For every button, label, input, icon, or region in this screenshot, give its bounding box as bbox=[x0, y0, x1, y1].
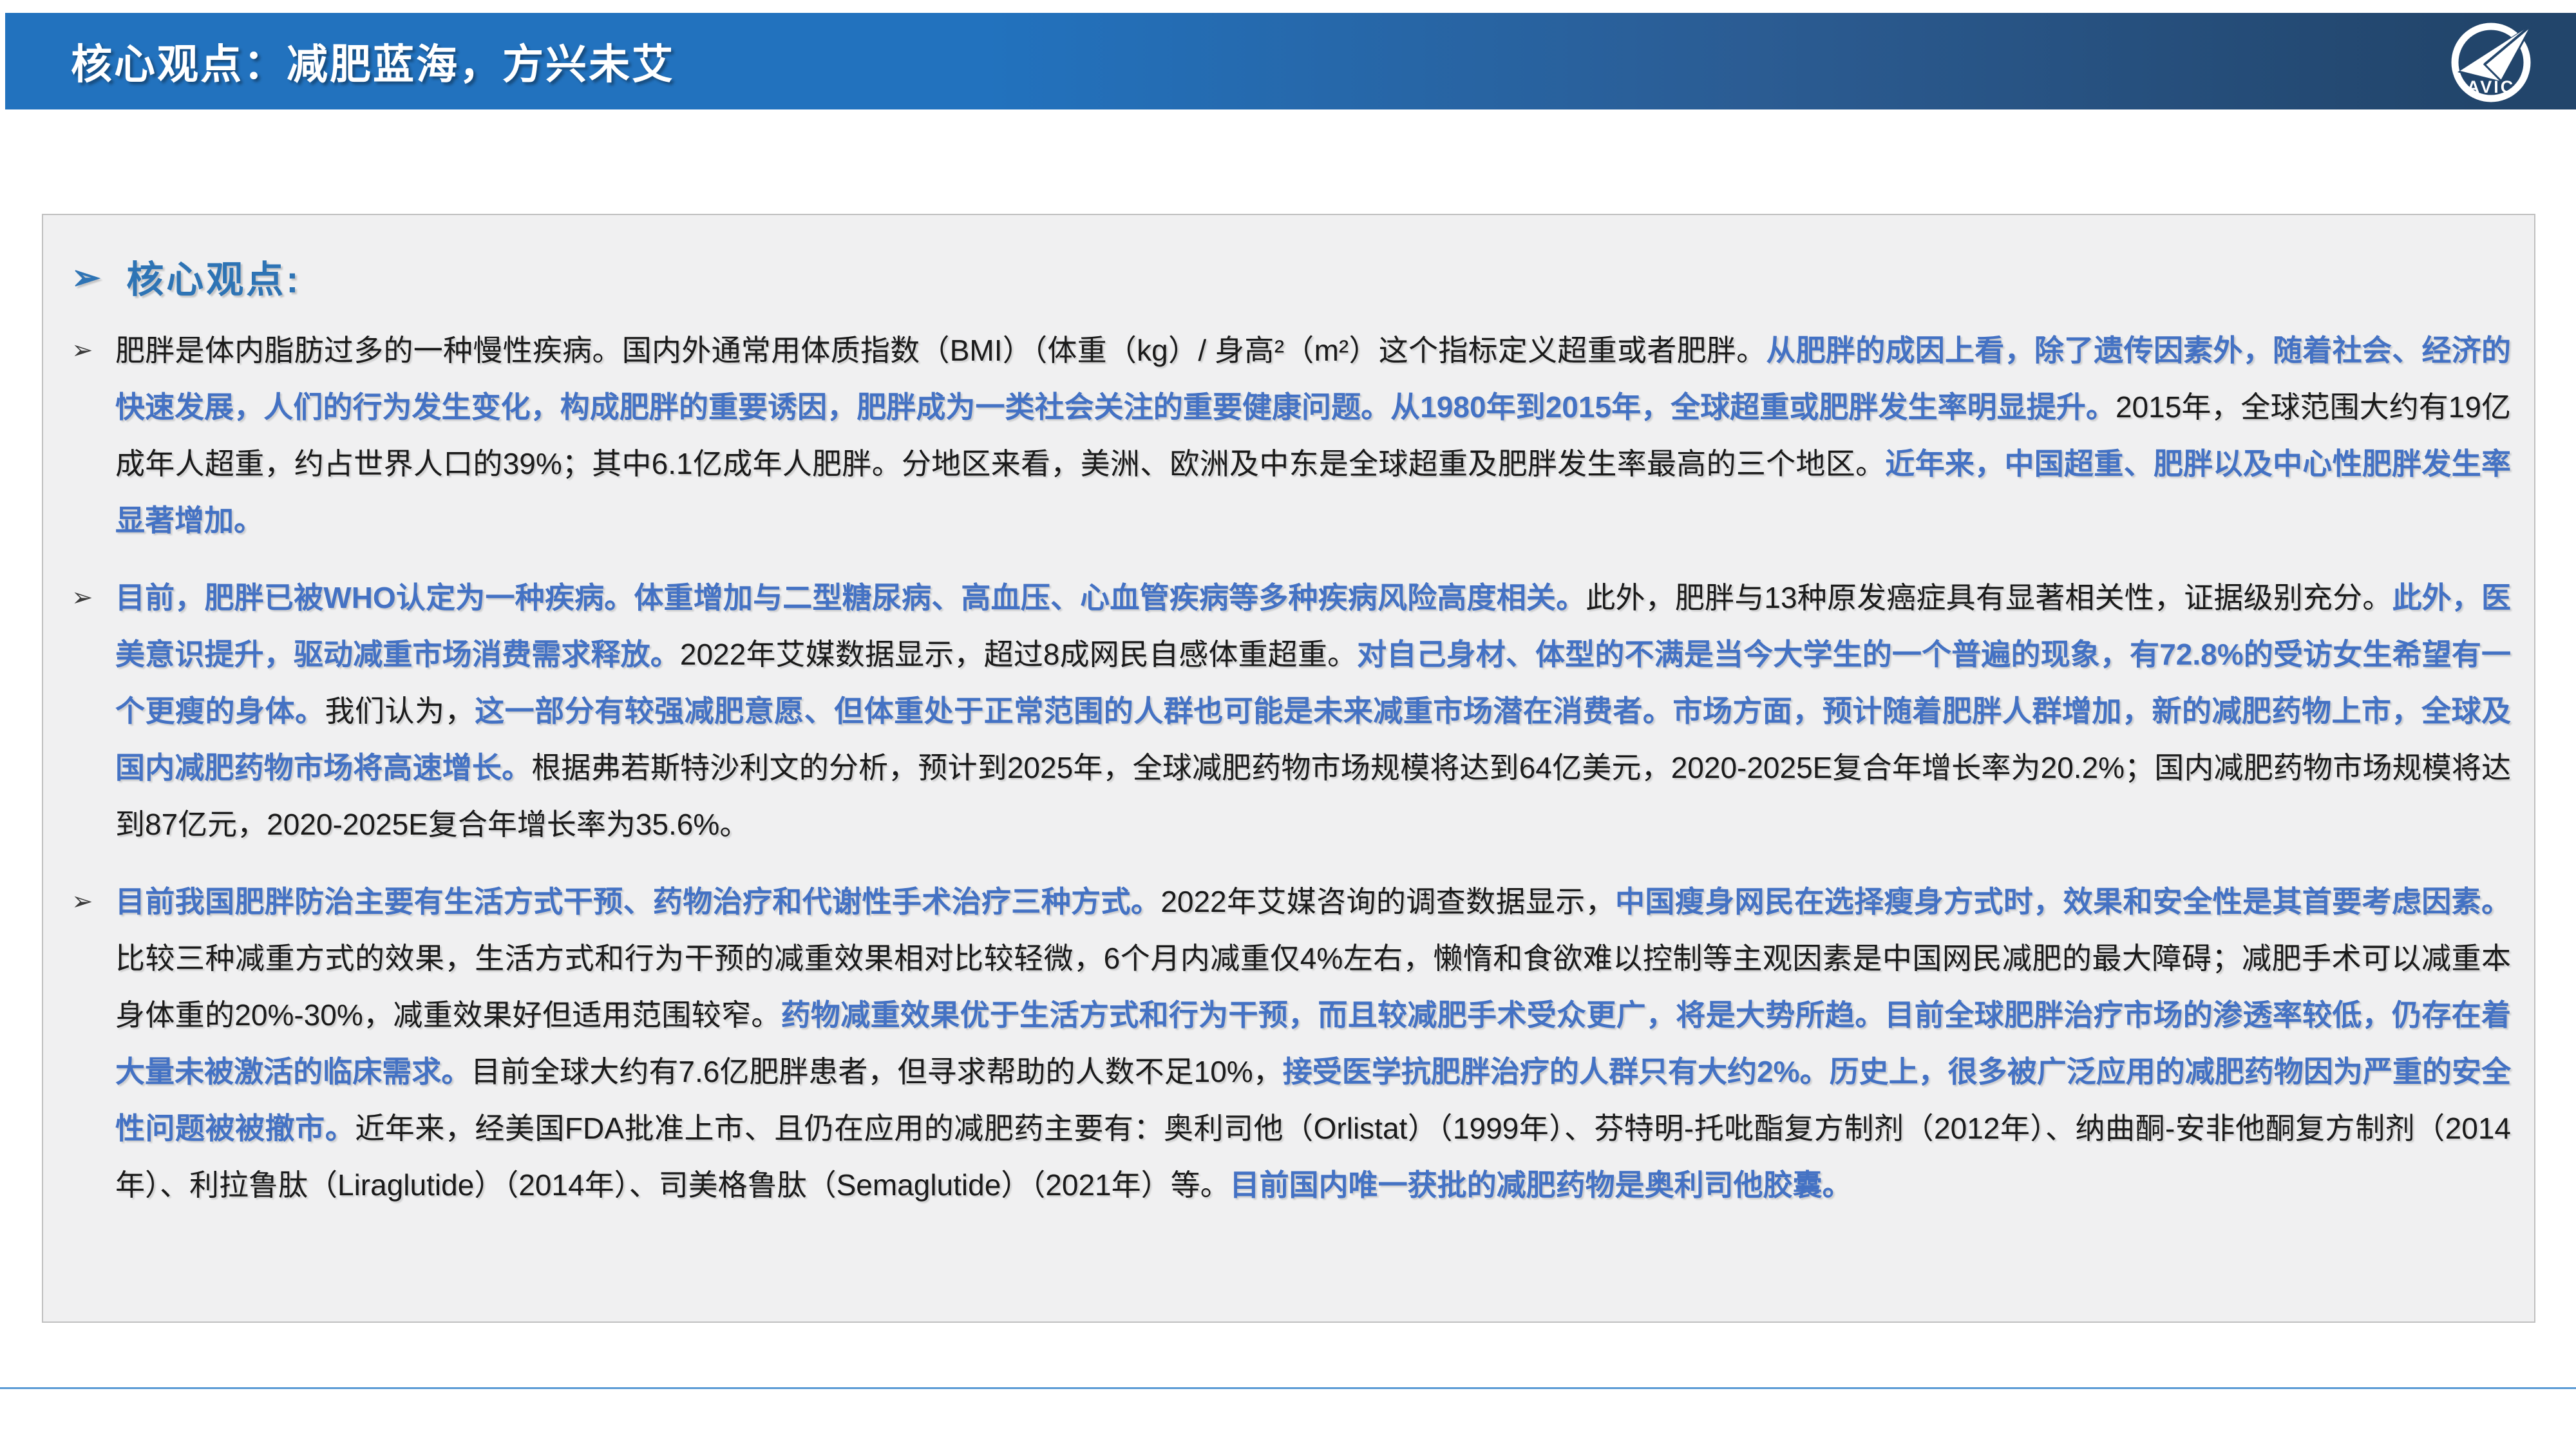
paragraph-text: 肥胖是体内脂肪过多的一种慢性疾病。国内外通常用体质指数（BMI）（体重（kg）/… bbox=[115, 322, 2511, 549]
content-panel: ➢ 核心观点: ➢肥胖是体内脂肪过多的一种慢性疾病。国内外通常用体质指数（BMI… bbox=[42, 214, 2535, 1323]
footer-divider bbox=[0, 1387, 2576, 1389]
body-text: 我们认为， bbox=[325, 694, 475, 728]
paragraph-text: 目前，肥胖已被WHO认定为一种疾病。体重增加与二型糖尿病、高血压、心血管疾病等多… bbox=[115, 569, 2511, 853]
core-view-heading: ➢ 核心观点: bbox=[71, 251, 2511, 301]
bullet-paragraph: ➢目前，肥胖已被WHO认定为一种疾病。体重增加与二型糖尿病、高血压、心血管疾病等… bbox=[71, 569, 2511, 853]
avic-logo-icon: AVIC bbox=[2446, 8, 2543, 111]
body-text: 2022年艾媒咨询的调查数据显示， bbox=[1160, 885, 1615, 918]
body-text: 肥胖是体内脂肪过多的一种慢性疾病。国内外通常用体质指数（BMI）（体重（kg）/… bbox=[115, 334, 1766, 367]
arrow-bullet-icon: ➢ bbox=[71, 260, 100, 295]
arrow-bullet-icon: ➢ bbox=[71, 322, 115, 549]
avic-logo: AVIC bbox=[2446, 8, 2543, 111]
emphasis-text: 目前我国肥胖防治主要有生活方式干预、药物治疗和代谢性手术治疗三种方式。 bbox=[115, 885, 1160, 918]
emphasis-text: 目前，肥胖已被WHO认定为一种疾病。体重增加与二型糖尿病、高血压、心血管疾病等多… bbox=[115, 581, 1586, 614]
core-view-heading-label: 核心观点: bbox=[126, 249, 301, 303]
body-text: 目前全球大约有7.6亿肥胖患者，但寻求帮助的人数不足10%， bbox=[471, 1055, 1283, 1088]
emphasis-text: 目前国内唯一获批的减肥药物是奥利司他胶囊。 bbox=[1230, 1168, 1852, 1202]
paragraph-text: 目前我国肥胖防治主要有生活方式干预、药物治疗和代谢性手术治疗三种方式。2022年… bbox=[115, 873, 2511, 1213]
page-title: 核心观点：减肥蓝海，方兴未艾 bbox=[5, 32, 675, 91]
body-text: 此外，肥胖与13种原发癌症具有显著相关性，证据级别充分。 bbox=[1586, 581, 2392, 614]
arrow-bullet-icon: ➢ bbox=[71, 873, 115, 1213]
emphasis-text: 中国瘦身网民在选择瘦身方式时，效果和安全性是其首要考虑因素。 bbox=[1615, 885, 2511, 918]
avic-logo-text: AVIC bbox=[2467, 77, 2515, 97]
body-text: 2022年艾媒数据显示，超过8成网民自感体重超重。 bbox=[680, 638, 1357, 671]
paragraph-list: ➢肥胖是体内脂肪过多的一种慢性疾病。国内外通常用体质指数（BMI）（体重（kg）… bbox=[71, 322, 2511, 1213]
bullet-paragraph: ➢肥胖是体内脂肪过多的一种慢性疾病。国内外通常用体质指数（BMI）（体重（kg）… bbox=[71, 322, 2511, 549]
bullet-paragraph: ➢目前我国肥胖防治主要有生活方式干预、药物治疗和代谢性手术治疗三种方式。2022… bbox=[71, 873, 2511, 1213]
arrow-bullet-icon: ➢ bbox=[71, 569, 115, 853]
title-bar: 核心观点：减肥蓝海，方兴未艾 AVIC bbox=[5, 13, 2576, 109]
